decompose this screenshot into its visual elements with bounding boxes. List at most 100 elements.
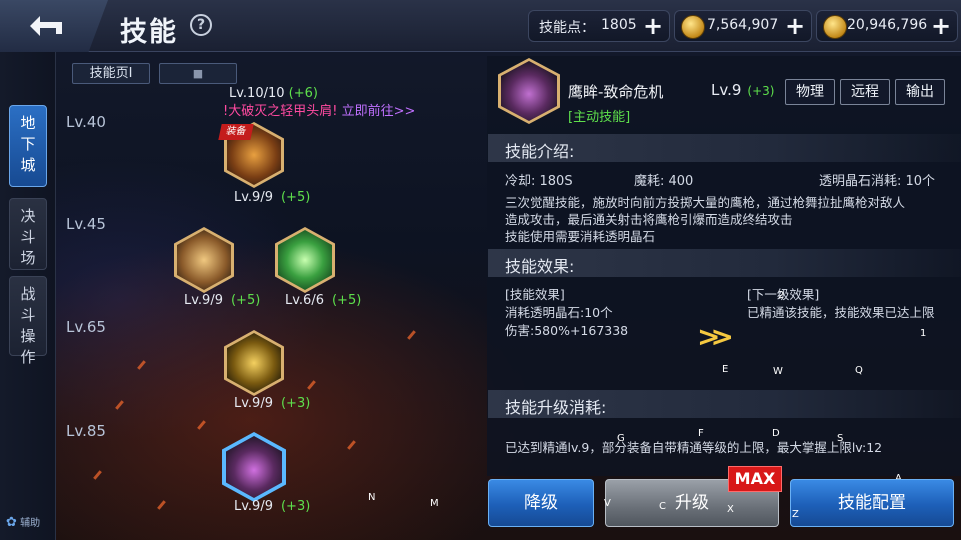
- skill-level-bonus: (+5): [280, 190, 311, 205]
- skill-level-value: Lv.9/9: [234, 396, 273, 411]
- skill-level-bonus: (+3): [280, 499, 311, 514]
- tag-physical: 物理: [785, 79, 835, 105]
- skill-icon-selected[interactable]: [222, 432, 286, 502]
- notice-link[interactable]: 立即前往>>: [342, 104, 416, 119]
- coins-value: 20,946,796: [847, 17, 928, 33]
- helper-button[interactable]: ✿ 辅助: [6, 514, 40, 530]
- ember-particle: [347, 440, 356, 450]
- skill-icon-slot[interactable]: [174, 227, 234, 293]
- mode-tabs: 地下城 决斗场 战斗操作: [0, 52, 56, 540]
- skill-detail-level: Lv.9 (+3): [711, 81, 774, 99]
- game-screen: 技能 ? 技能点： 1805 + 7,564,907 + 20,946,796 …: [0, 0, 961, 540]
- gold-display: 7,564,907 +: [674, 10, 812, 42]
- skill-name: 鹰眸-致命危机: [568, 83, 664, 101]
- tab-dungeon[interactable]: 地下城: [9, 105, 47, 187]
- skill-level: Lv.9/9 (+3): [234, 396, 310, 411]
- tab-combat-controls-label: 战斗操作: [20, 285, 36, 366]
- key-hint: V: [604, 498, 611, 509]
- skill-icon-slot[interactable]: [224, 330, 284, 396]
- key-hint: S: [837, 433, 844, 444]
- add-coins-button[interactable]: +: [929, 14, 953, 39]
- helper-label: 辅助: [20, 518, 41, 529]
- ember-particle: [307, 380, 316, 390]
- cooldown-text: 冷却: 180S: [505, 174, 573, 189]
- level-label: Lv.85: [66, 422, 106, 440]
- skill-level-top: Lv.10/10 (+6): [229, 86, 318, 101]
- ember-particle: [115, 400, 124, 410]
- key-hint: Z: [792, 509, 799, 520]
- crystal-cost-text: 透明晶石消耗: 10个: [819, 174, 936, 189]
- next-level-effect: 已精通该技能，技能效果已达上限: [747, 305, 935, 320]
- skill-level-bonus: (+6): [288, 86, 318, 101]
- lock-icon: ■: [192, 67, 204, 80]
- ember-particle: [407, 330, 416, 340]
- tab-arena[interactable]: 决斗场: [9, 198, 47, 270]
- ember-particle: [157, 500, 166, 510]
- skill-detail-level-value: Lv.9: [711, 81, 742, 99]
- gold-coin-icon: [681, 15, 705, 39]
- section-title: 技能效果:: [505, 257, 575, 276]
- skill-points-label: 技能点：: [539, 20, 595, 36]
- section-title: 技能升级消耗:: [505, 398, 607, 417]
- upgrade-cost-text: 已达到精通lv.9，部分装备自带精通等级的上限，最大掌握上限lv:12: [505, 440, 883, 455]
- skill-icon-slot[interactable]: [275, 227, 335, 293]
- key-hint: N: [368, 492, 376, 503]
- back-button[interactable]: [0, 0, 108, 52]
- notice-banner[interactable]: !大破灭之轻甲头肩! 立即前往>>: [223, 100, 415, 119]
- next-level-arrow-icon: >>: [697, 320, 734, 353]
- gold-value: 7,564,907: [707, 17, 779, 33]
- skill-detail-level-bonus: (+3): [747, 84, 775, 98]
- skill-level: Lv.6/6 (+5): [285, 293, 361, 308]
- add-skill-points-button[interactable]: +: [641, 14, 665, 39]
- effect-damage: 伤害:580%+167338: [505, 323, 629, 338]
- skill-level: Lv.9/9 (+5): [184, 293, 260, 308]
- skill-description: 技能使用需要消耗透明晶石: [505, 229, 656, 244]
- coin-icon: [823, 15, 847, 39]
- skill-level-bonus: (+5): [230, 293, 261, 308]
- key-hint: D: [772, 428, 780, 439]
- tab-combat-controls[interactable]: 战斗操作: [9, 276, 47, 366]
- add-gold-button[interactable]: +: [783, 14, 807, 39]
- skill-level-bonus: (+3): [280, 396, 311, 411]
- ember-particle: [197, 420, 206, 430]
- max-badge: MAX: [728, 466, 782, 492]
- effect-crystal: 消耗透明晶石:10个: [505, 305, 613, 320]
- key-hint: 1: [920, 328, 927, 339]
- skill-level: Lv.9/9 (+3): [234, 499, 310, 514]
- key-hint: 2: [778, 290, 785, 301]
- coins-display: 20,946,796 +: [816, 10, 958, 42]
- key-hint: M: [430, 498, 439, 509]
- page-title: 技能: [120, 17, 178, 48]
- key-hint: C: [659, 501, 666, 512]
- tab-arena-label: 决斗场: [20, 207, 36, 267]
- skill-level-value: Lv.9/9: [184, 293, 223, 308]
- section-header-upgrade: 技能升级消耗:: [488, 390, 961, 418]
- key-hint: F: [698, 428, 704, 439]
- downgrade-button[interactable]: 降级: [488, 479, 594, 527]
- skill-level-value: Lv.6/6: [285, 293, 324, 308]
- back-arrow-icon: [30, 16, 62, 36]
- helper-icon: ✿: [6, 515, 17, 530]
- ember-particle: [137, 360, 146, 370]
- skill-level-bonus: (+5): [331, 293, 362, 308]
- skill-level: Lv.9/9 (+5): [234, 190, 310, 205]
- skill-page-locked-button[interactable]: ■: [159, 63, 237, 84]
- skill-points-display: 技能点： 1805 +: [528, 10, 670, 42]
- section-header-intro: 技能介绍:: [488, 134, 961, 162]
- key-hint: X: [727, 504, 734, 515]
- level-label: Lv.65: [66, 318, 106, 336]
- ember-particle: [93, 470, 102, 480]
- help-icon[interactable]: ?: [190, 14, 212, 36]
- effect-label: [技能效果]: [505, 287, 565, 302]
- upgrade-button-label: 升级: [675, 493, 709, 513]
- skill-level-value: Lv.10/10: [229, 86, 285, 101]
- mana-cost-text: 魔耗: 400: [634, 174, 694, 189]
- skill-config-button[interactable]: 技能配置: [790, 479, 954, 527]
- level-label: Lv.45: [66, 215, 106, 233]
- level-label: Lv.40: [66, 113, 106, 131]
- top-bar: 技能 ? 技能点： 1805 + 7,564,907 + 20,946,796 …: [0, 0, 961, 52]
- skill-page-1-button[interactable]: 技能页Ⅰ: [72, 63, 150, 84]
- skill-level-value: Lv.9/9: [234, 499, 273, 514]
- tab-dungeon-label: 地下城: [20, 114, 36, 174]
- section-title: 技能介绍:: [505, 142, 575, 161]
